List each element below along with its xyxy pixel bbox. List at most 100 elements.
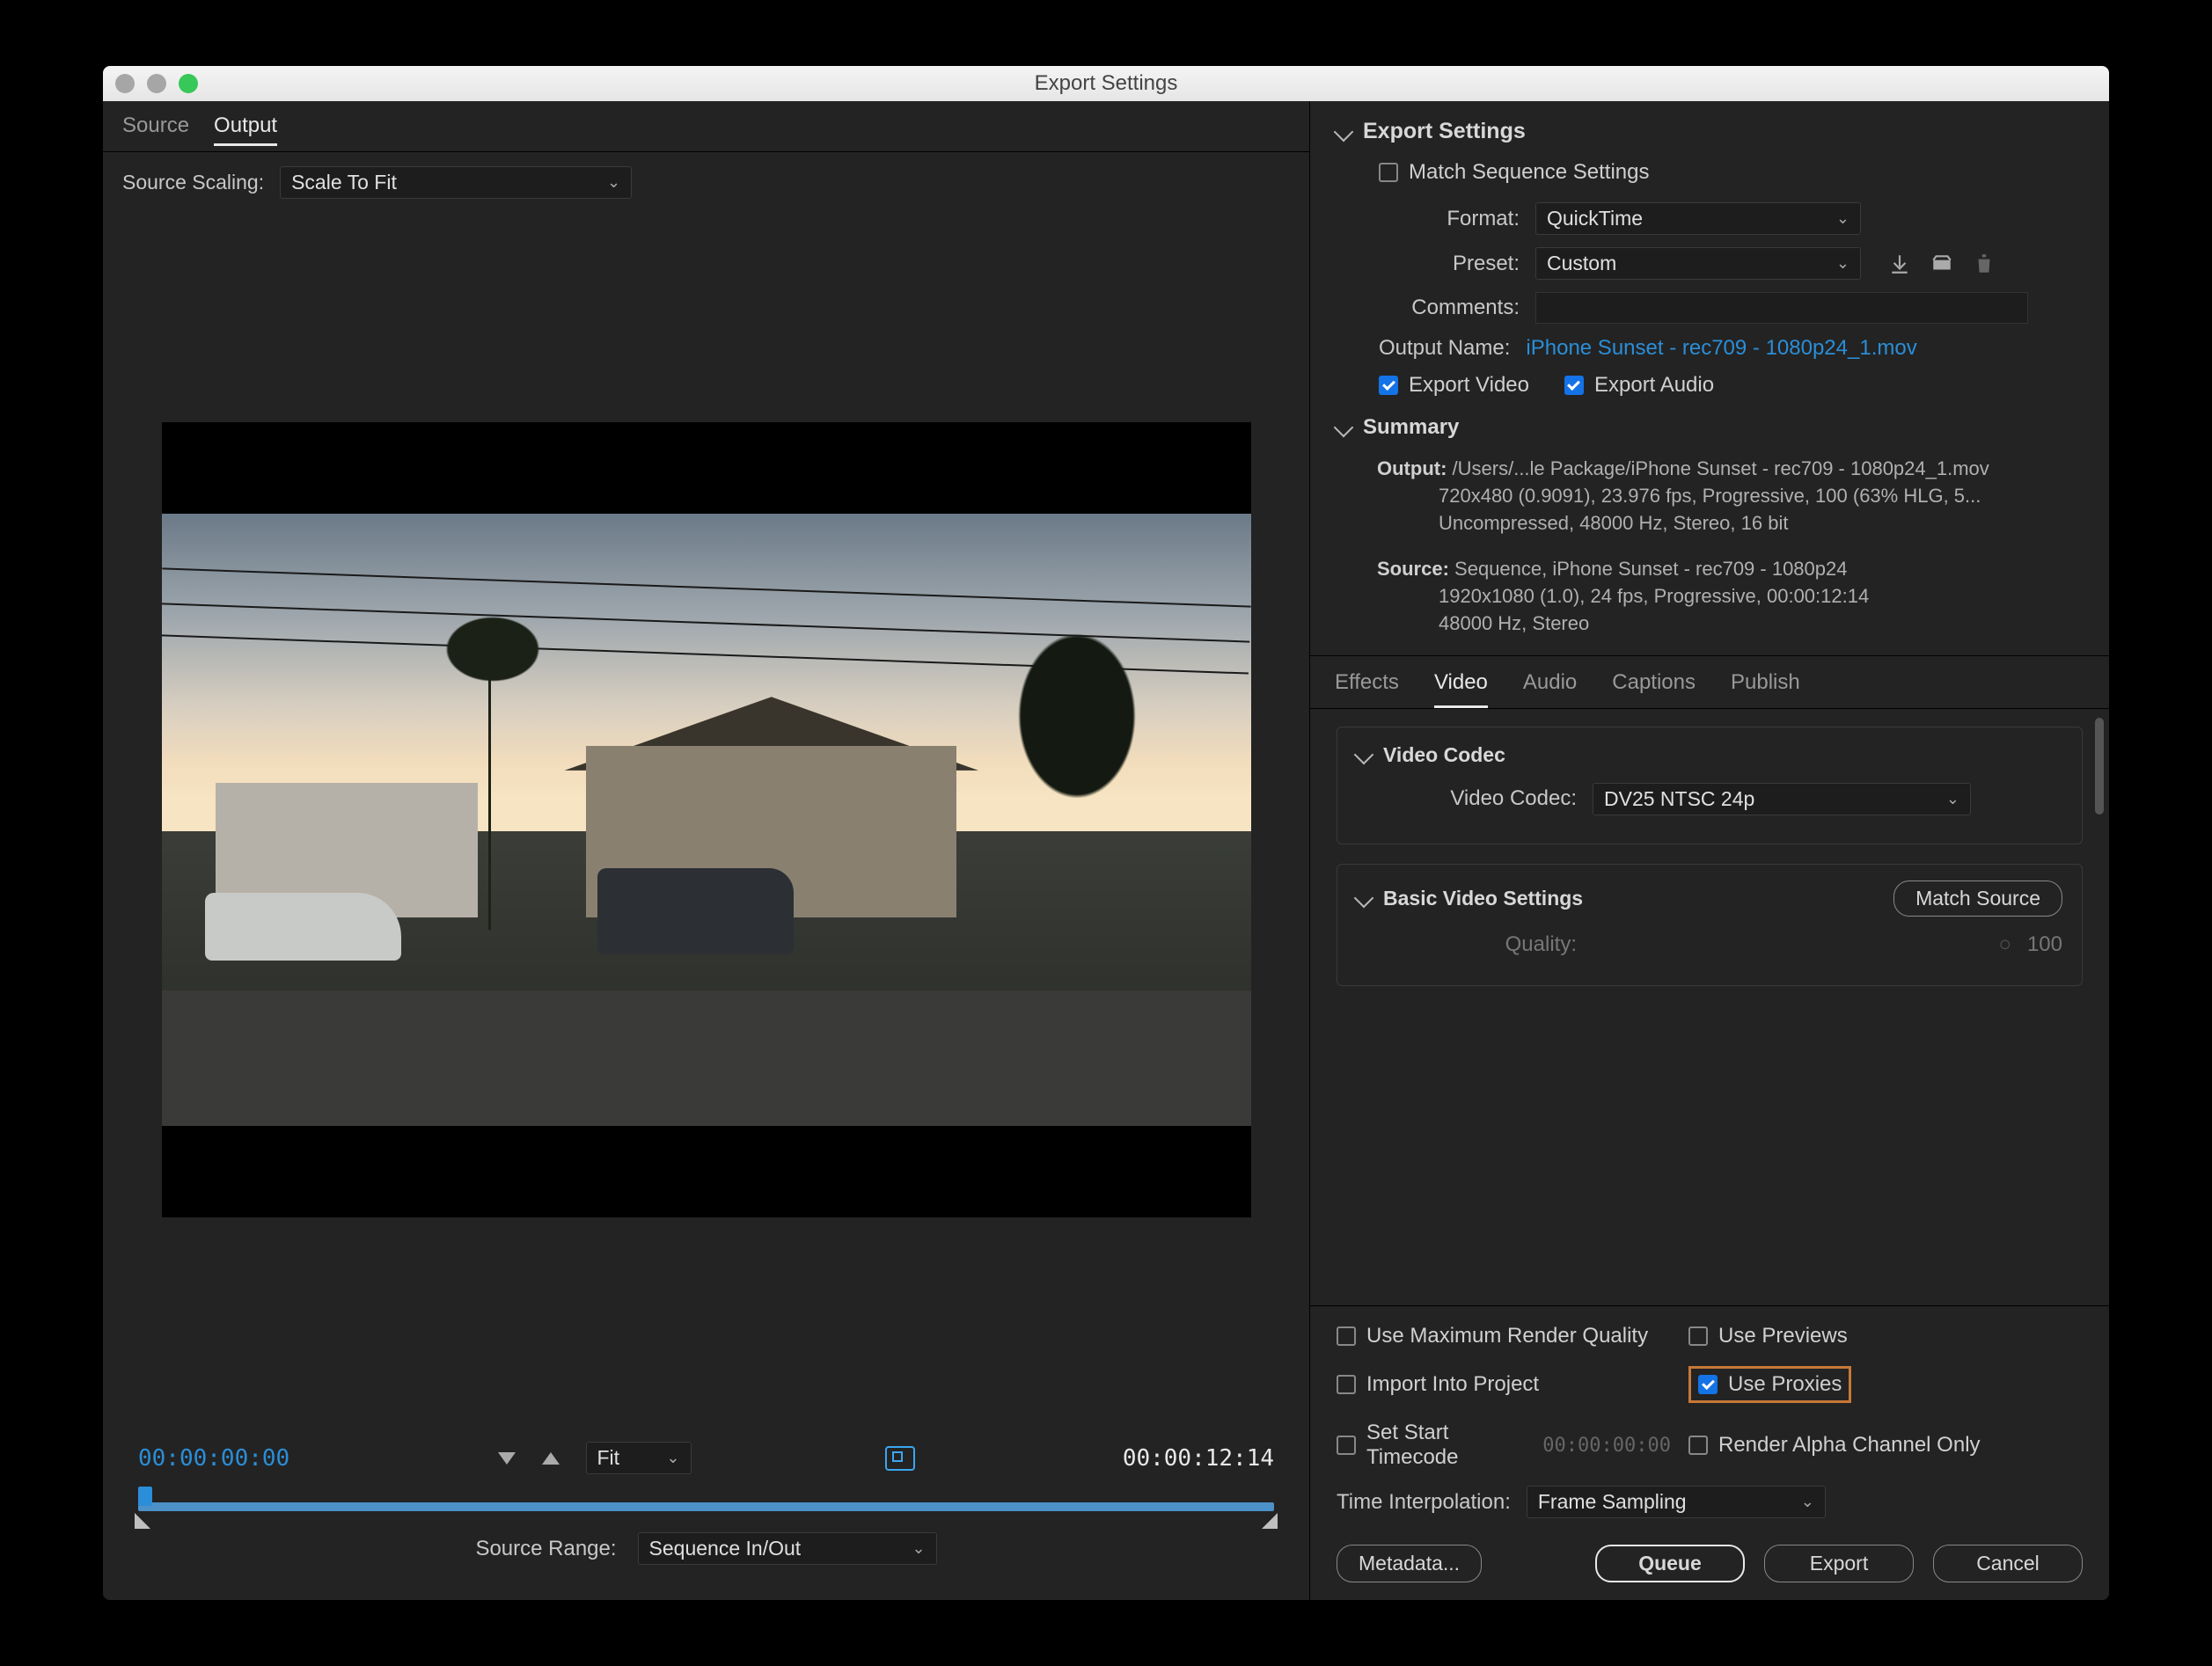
import-project-checkbox[interactable] xyxy=(1337,1375,1356,1394)
format-select[interactable]: QuickTime ⌄ xyxy=(1535,202,1861,235)
export-audio-label: Export Audio xyxy=(1594,373,1714,398)
chevron-down-icon: ⌄ xyxy=(1836,254,1849,273)
scrollbar-thumb[interactable] xyxy=(2095,718,2104,815)
summary-out1: /Users/...le Package/iPhone Sunset - rec… xyxy=(1453,457,1989,479)
chevron-down-icon: ⌄ xyxy=(1836,209,1849,228)
max-render-label: Use Maximum Render Quality xyxy=(1366,1324,1648,1348)
chevron-down-icon[interactable] xyxy=(1334,121,1354,142)
match-sequence-checkbox[interactable] xyxy=(1379,163,1398,182)
in-point-handle[interactable] xyxy=(135,1513,150,1529)
render-alpha-checkbox[interactable] xyxy=(1688,1436,1708,1455)
playhead[interactable] xyxy=(138,1487,152,1506)
chevron-down-icon: ⌄ xyxy=(666,1449,679,1467)
export-settings-window: Export Settings Source Output Source Sca… xyxy=(103,66,2109,1600)
output-name-label: Output Name: xyxy=(1379,336,1510,361)
out-point-handle[interactable] xyxy=(1262,1513,1278,1529)
mark-in-icon[interactable] xyxy=(498,1452,516,1465)
format-value: QuickTime xyxy=(1547,207,1643,230)
video-codec-select[interactable]: DV25 NTSC 24p ⌄ xyxy=(1593,783,1971,815)
tab-output[interactable]: Output xyxy=(214,113,277,146)
use-previews-checkbox[interactable] xyxy=(1688,1326,1708,1346)
basic-video-heading: Basic Video Settings xyxy=(1383,887,1583,910)
tab-effects[interactable]: Effects xyxy=(1335,670,1399,708)
export-video-checkbox[interactable] xyxy=(1379,376,1398,395)
set-start-tc-label: Set Start Timecode xyxy=(1366,1421,1525,1470)
tab-video[interactable]: Video xyxy=(1434,670,1488,708)
zoom-select[interactable]: Fit ⌄ xyxy=(586,1442,692,1474)
time-interp-select[interactable]: Frame Sampling ⌄ xyxy=(1527,1486,1826,1518)
source-scaling-label: Source Scaling: xyxy=(122,171,264,194)
summary-src1: Sequence, iPhone Sunset - rec709 - 1080p… xyxy=(1454,558,1847,580)
zoom-value: Fit xyxy=(597,1446,620,1470)
tab-source[interactable]: Source xyxy=(122,113,189,146)
settings-tabs: Effects Video Audio Captions Publish xyxy=(1310,656,2109,709)
output-name-link[interactable]: iPhone Sunset - rec709 - 1080p24_1.mov xyxy=(1526,336,1916,361)
video-codec-value: DV25 NTSC 24p xyxy=(1604,787,1754,811)
timeline[interactable] xyxy=(138,1487,1274,1522)
use-proxies-label: Use Proxies xyxy=(1728,1372,1842,1397)
video-codec-label: Video Codec: xyxy=(1436,786,1577,811)
metadata-button[interactable]: Metadata... xyxy=(1337,1545,1482,1582)
import-project-label: Import Into Project xyxy=(1366,1372,1539,1397)
export-settings-heading: Export Settings xyxy=(1363,119,1526,144)
export-video-label: Export Video xyxy=(1409,373,1529,398)
cancel-button[interactable]: Cancel xyxy=(1933,1545,2083,1582)
tab-captions[interactable]: Captions xyxy=(1612,670,1696,708)
chevron-down-icon: ⌄ xyxy=(912,1539,925,1558)
end-timecode: 00:00:12:14 xyxy=(1123,1445,1274,1472)
source-range-value: Sequence In/Out xyxy=(649,1537,802,1560)
preview-frame xyxy=(162,422,1251,1217)
save-preset-icon[interactable] xyxy=(1887,252,1912,275)
match-sequence-label: Match Sequence Settings xyxy=(1409,160,1650,185)
source-range-label: Source Range: xyxy=(475,1537,616,1561)
import-preset-icon[interactable] xyxy=(1930,252,1954,275)
format-label: Format: xyxy=(1379,207,1520,231)
quality-value: 100 xyxy=(2027,932,2062,957)
chevron-down-icon[interactable] xyxy=(1354,888,1374,909)
quality-label: Quality: xyxy=(1436,932,1577,957)
video-codec-heading: Video Codec xyxy=(1383,743,1505,767)
summary-heading: Summary xyxy=(1363,415,1459,440)
queue-button[interactable]: Queue xyxy=(1595,1545,1745,1582)
summary-out3: Uncompressed, 48000 Hz, Stereo, 16 bit xyxy=(1439,510,2083,537)
summary-output-label: Output: xyxy=(1377,457,1447,479)
preset-label: Preset: xyxy=(1379,252,1520,276)
summary-src3: 48000 Hz, Stereo xyxy=(1439,610,2083,638)
render-alpha-label: Render Alpha Channel Only xyxy=(1718,1433,1981,1458)
set-start-tc-checkbox[interactable] xyxy=(1337,1436,1356,1455)
preset-select[interactable]: Custom ⌄ xyxy=(1535,247,1861,280)
preview-image xyxy=(162,514,1251,1126)
summary-out2: 720x480 (0.9091), 23.976 fps, Progressiv… xyxy=(1439,483,2083,510)
source-scaling-select[interactable]: Scale To Fit ⌄ xyxy=(280,166,632,199)
chevron-down-icon[interactable] xyxy=(1334,418,1354,438)
use-proxies-checkbox[interactable] xyxy=(1698,1375,1718,1394)
chevron-down-icon: ⌄ xyxy=(607,173,620,192)
chevron-down-icon[interactable] xyxy=(1354,745,1374,765)
use-proxies-highlight: Use Proxies xyxy=(1688,1366,1851,1403)
titlebar: Export Settings xyxy=(103,66,2109,101)
source-scaling-value: Scale To Fit xyxy=(291,171,397,194)
source-range-select[interactable]: Sequence In/Out ⌄ xyxy=(638,1532,937,1565)
chevron-down-icon: ⌄ xyxy=(1801,1493,1814,1511)
start-tc-value: 00:00:00:00 xyxy=(1542,1435,1671,1457)
trash-icon[interactable] xyxy=(1972,252,1996,275)
preview-tabs: Source Output xyxy=(122,113,1290,146)
aspect-ratio-icon[interactable] xyxy=(885,1446,915,1471)
preset-value: Custom xyxy=(1547,252,1616,275)
chevron-down-icon: ⌄ xyxy=(1946,790,1959,808)
max-render-checkbox[interactable] xyxy=(1337,1326,1356,1346)
mark-out-icon[interactable] xyxy=(542,1452,560,1465)
comments-label: Comments: xyxy=(1379,296,1520,320)
time-interp-label: Time Interpolation: xyxy=(1337,1490,1511,1515)
current-timecode[interactable]: 00:00:00:00 xyxy=(138,1445,289,1472)
match-source-button[interactable]: Match Source xyxy=(1893,880,2062,917)
export-audio-checkbox[interactable] xyxy=(1564,376,1584,395)
summary-source-label: Source: xyxy=(1377,558,1449,580)
comments-input[interactable] xyxy=(1535,292,2028,324)
export-button[interactable]: Export xyxy=(1764,1545,1914,1582)
tab-audio[interactable]: Audio xyxy=(1523,670,1577,708)
tab-publish[interactable]: Publish xyxy=(1731,670,1800,708)
window-title: Export Settings xyxy=(103,71,2109,96)
use-previews-label: Use Previews xyxy=(1718,1324,1848,1348)
time-interp-value: Frame Sampling xyxy=(1538,1490,1687,1514)
